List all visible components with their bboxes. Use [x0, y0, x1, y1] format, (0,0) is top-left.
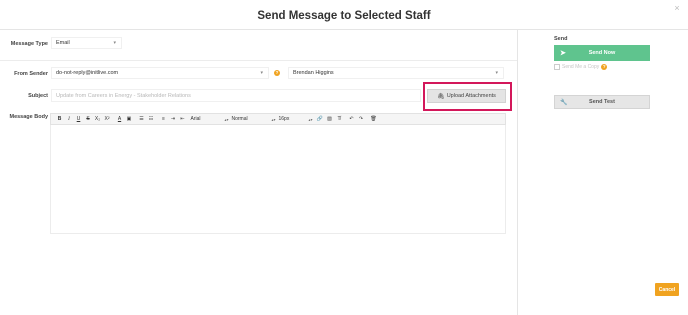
panel-divider: [517, 30, 518, 315]
font-color-button[interactable]: A: [115, 115, 124, 124]
paper-plane-icon: ➤: [560, 50, 566, 57]
send-test-label: Send Test: [589, 99, 615, 105]
block-format-select[interactable]: Normal ▴▾: [232, 115, 276, 124]
highlight-box: [423, 82, 512, 111]
link-icon[interactable]: 🔗: [316, 115, 325, 124]
align-button[interactable]: ≡: [159, 115, 168, 124]
from-sender-label: From Sender: [14, 71, 48, 77]
image-icon[interactable]: ▨: [325, 115, 334, 124]
chevron-down-icon: ▾: [495, 70, 498, 76]
sender-name-value: Brendan Higgins: [293, 70, 334, 76]
close-icon[interactable]: ×: [672, 3, 682, 13]
unordered-list-button[interactable]: ☰: [137, 115, 146, 124]
sender-name-select[interactable]: Brendan Higgins ▾: [288, 67, 504, 79]
help-icon[interactable]: ?: [601, 64, 608, 70]
subject-input[interactable]: Update from Careers in Energy - Stakehol…: [51, 89, 421, 102]
sender-email-value: do-not-reply@initlive.com: [56, 70, 119, 76]
help-icon[interactable]: ?: [274, 70, 280, 76]
background-color-button[interactable]: ▣: [125, 115, 134, 124]
cancel-button[interactable]: Cancel: [655, 283, 679, 296]
send-now-label: Send Now: [588, 50, 616, 56]
subject-placeholder: Update from Careers in Energy - Stakehol…: [56, 92, 191, 99]
ordered-list-button[interactable]: ☷: [147, 115, 156, 124]
chevron-down-icon: ▴▾: [224, 116, 229, 122]
send-heading: Send: [554, 36, 568, 42]
subject-label: Subject: [28, 93, 48, 99]
undo-button[interactable]: ↶: [347, 115, 356, 124]
subscript-button[interactable]: X₂: [93, 115, 102, 124]
send-copy-row: Send Me a Copy ?: [554, 64, 608, 70]
bold-button[interactable]: B: [55, 115, 64, 124]
font-family-select[interactable]: Arial ▴▾: [191, 115, 229, 124]
underline-button[interactable]: U: [74, 115, 83, 124]
message-body-editor[interactable]: [50, 125, 506, 234]
trash-icon[interactable]: 🗑: [369, 115, 378, 124]
message-type-label: Message Type: [10, 41, 48, 47]
clear-format-icon[interactable]: T̸: [335, 115, 344, 124]
message-body-label: Message Body: [9, 114, 48, 120]
strikethrough-button[interactable]: S: [84, 115, 93, 124]
sender-email-select[interactable]: do-not-reply@initlive.com ▾: [51, 67, 269, 79]
chevron-down-icon: ▴▾: [308, 116, 313, 122]
row-divider: [0, 60, 517, 61]
block-format-value: Normal: [231, 116, 248, 122]
send-copy-checkbox[interactable]: [554, 64, 560, 70]
superscript-button[interactable]: X²: [103, 115, 112, 124]
chevron-down-icon: ▾: [113, 40, 116, 46]
wrench-icon: 🔧: [560, 99, 568, 106]
message-type-select[interactable]: Email ▾: [51, 37, 122, 49]
send-now-button[interactable]: ➤ Send Now: [554, 45, 650, 61]
chevron-down-icon: ▴▾: [271, 116, 276, 122]
send-message-dialog: Send Message to Selected Staff × Message…: [0, 0, 688, 315]
font-size-select[interactable]: 16px ▴▾: [279, 115, 313, 124]
dialog-title: Send Message to Selected Staff: [257, 10, 431, 22]
font-size-value: 16px: [278, 116, 290, 122]
editor-toolbar: B I U S X₂ X² A ▣ ☰ ☷ ≡ ⇥ ⇤ Arial ▴▾ Nor…: [50, 113, 506, 125]
send-test-button[interactable]: 🔧 Send Test: [554, 95, 650, 109]
indent-button[interactable]: ⇥: [169, 115, 178, 124]
italic-button[interactable]: I: [65, 115, 74, 124]
outdent-button[interactable]: ⇤: [178, 115, 187, 124]
send-copy-label: Send Me a Copy: [562, 64, 600, 70]
message-type-value: Email: [56, 40, 70, 46]
font-family-value: Arial: [190, 116, 201, 122]
redo-button[interactable]: ↷: [357, 115, 366, 124]
chevron-down-icon: ▾: [260, 70, 263, 76]
header-divider: [0, 29, 688, 30]
